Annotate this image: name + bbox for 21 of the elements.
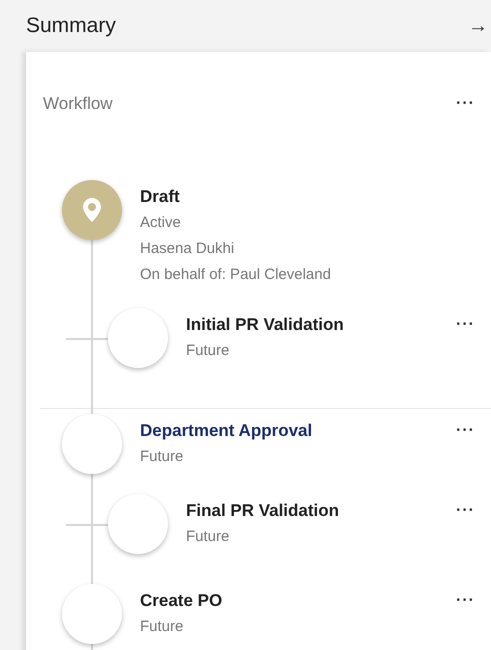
- step-detail: Future: [186, 341, 230, 361]
- more-menu-button[interactable]: ···: [456, 316, 475, 334]
- step-detail: Hasena Dukhi: [140, 239, 234, 259]
- more-menu-button[interactable]: ···: [456, 422, 475, 440]
- collapse-arrow-button[interactable]: →: [468, 14, 488, 38]
- step-detail: On behalf of: Paul Cleveland: [140, 265, 331, 285]
- step-title[interactable]: Department Approval: [140, 418, 312, 444]
- section-title: Workflow: [43, 94, 113, 114]
- location-pin-icon: [83, 198, 101, 222]
- step-title[interactable]: Initial PR Validation: [186, 312, 344, 338]
- step-detail: Active: [140, 213, 181, 233]
- step-title[interactable]: Final PR Validation: [186, 498, 340, 524]
- more-menu-button[interactable]: ···: [456, 95, 475, 113]
- step-title[interactable]: Draft: [140, 184, 180, 210]
- step-detail: Future: [140, 617, 184, 637]
- step-detail: Future: [140, 447, 184, 467]
- more-menu-button[interactable]: ···: [456, 592, 475, 610]
- panel-title: Summary: [26, 14, 116, 38]
- more-menu-button[interactable]: ···: [456, 502, 475, 520]
- step-title[interactable]: Create PO: [140, 588, 222, 614]
- step-detail: Future: [186, 527, 230, 547]
